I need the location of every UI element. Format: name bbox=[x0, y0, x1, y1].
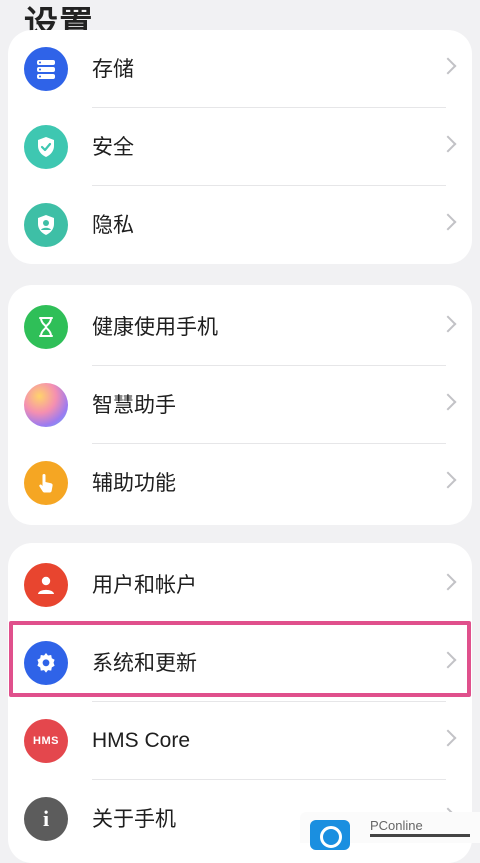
settings-item-hms-core[interactable]: HMS HMS Core bbox=[8, 702, 472, 780]
settings-item-label: 用户和帐户 bbox=[92, 573, 197, 597]
info-icon: i bbox=[24, 797, 68, 841]
settings-item-accessibility[interactable]: 辅助功能 bbox=[8, 444, 472, 522]
chevron-right-icon bbox=[439, 651, 457, 669]
info-icon-text: i bbox=[42, 806, 50, 831]
user-icon bbox=[24, 563, 68, 607]
settings-item-security[interactable]: 安全 bbox=[8, 108, 472, 186]
security-shield-icon bbox=[24, 125, 68, 169]
settings-item-smart-assistant[interactable]: 智慧助手 bbox=[8, 366, 472, 444]
settings-item-storage[interactable]: 存储 bbox=[8, 30, 472, 108]
pconline-logo-icon bbox=[310, 820, 350, 850]
settings-item-label: 健康使用手机 bbox=[92, 315, 218, 339]
privacy-icon bbox=[24, 203, 68, 247]
chevron-right-icon bbox=[439, 729, 457, 747]
settings-item-privacy[interactable]: 隐私 bbox=[8, 186, 472, 264]
storage-icon bbox=[24, 47, 68, 91]
settings-group-2: 健康使用手机 智慧助手 辅助功能 bbox=[8, 285, 472, 525]
chevron-right-icon bbox=[439, 213, 457, 231]
hand-pointer-icon bbox=[24, 461, 68, 505]
settings-item-digital-balance[interactable]: 健康使用手机 bbox=[8, 288, 472, 366]
gear-icon bbox=[24, 641, 68, 685]
chevron-right-icon bbox=[439, 471, 457, 489]
settings-item-system-update[interactable]: 系统和更新 bbox=[8, 624, 472, 702]
settings-item-label: 存储 bbox=[92, 57, 134, 81]
watermark: PConline bbox=[300, 812, 480, 850]
settings-group-1: 存储 安全 隐私 bbox=[8, 30, 472, 264]
settings-item-label: 系统和更新 bbox=[92, 651, 197, 675]
chevron-right-icon bbox=[439, 315, 457, 333]
settings-item-label: HMS Core bbox=[92, 729, 191, 752]
settings-item-users-accounts[interactable]: 用户和帐户 bbox=[8, 546, 472, 624]
watermark-text: PConline bbox=[370, 818, 423, 833]
chevron-right-icon bbox=[439, 135, 457, 153]
chevron-right-icon bbox=[439, 573, 457, 591]
settings-item-label: 安全 bbox=[92, 135, 134, 159]
settings-item-label: 关于手机 bbox=[92, 807, 176, 831]
assistant-orb-icon bbox=[24, 383, 68, 427]
chevron-right-icon bbox=[439, 393, 457, 411]
settings-item-label: 隐私 bbox=[92, 213, 134, 237]
hms-icon: HMS bbox=[24, 719, 68, 763]
settings-item-label: 辅助功能 bbox=[92, 471, 176, 495]
hms-icon-text: HMS bbox=[33, 735, 59, 747]
settings-item-label: 智慧助手 bbox=[92, 393, 176, 417]
watermark-partial-text bbox=[370, 834, 470, 849]
hourglass-icon bbox=[24, 305, 68, 349]
chevron-right-icon bbox=[439, 57, 457, 75]
